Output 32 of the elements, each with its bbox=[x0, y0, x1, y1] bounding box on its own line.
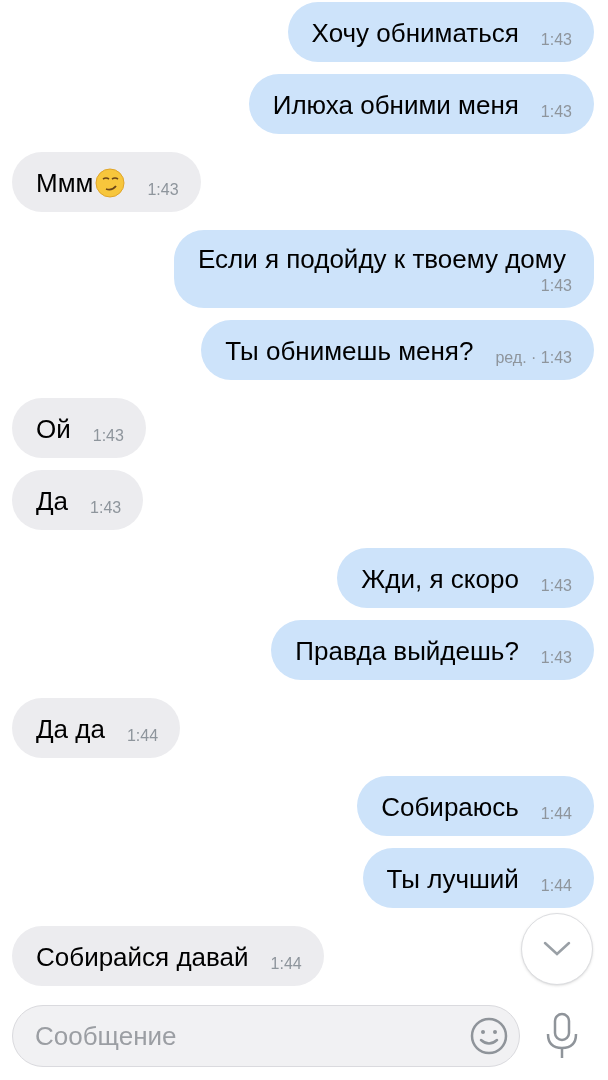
message-time: 1:43 bbox=[89, 498, 122, 518]
message-time: 1:43 bbox=[539, 648, 572, 668]
message-text: Да да bbox=[36, 713, 105, 746]
message-time: 1:44 bbox=[125, 726, 159, 746]
message-time: 1:43 bbox=[146, 180, 179, 200]
message-text: Если я подойду к твоему дому bbox=[198, 243, 566, 276]
message-time: 1:43 bbox=[91, 426, 124, 446]
message-text: Хочу обниматься bbox=[311, 17, 519, 50]
microphone-icon[interactable] bbox=[544, 1012, 580, 1060]
message-time: 1:43 bbox=[539, 276, 572, 296]
message-text: Ой bbox=[36, 413, 71, 446]
message-time: ред. · 1:43 bbox=[494, 348, 572, 368]
message-text: Собирайся давай bbox=[36, 941, 249, 974]
message-text: Ты обнимешь меня? bbox=[225, 335, 474, 368]
message-text: Жди, я скоро bbox=[361, 563, 519, 596]
message-time: 1:43 bbox=[539, 576, 572, 596]
smile-icon[interactable] bbox=[469, 1016, 509, 1056]
message-time: 1:44 bbox=[269, 954, 302, 974]
message-time: 1:43 bbox=[539, 102, 572, 122]
message-text: Собираюсь bbox=[381, 791, 519, 824]
message-time: 1:44 bbox=[539, 876, 572, 896]
scroll-down-button[interactable] bbox=[521, 913, 593, 985]
message-text: Ты лучший bbox=[386, 863, 519, 896]
chevron-down-icon bbox=[543, 941, 571, 957]
message-field[interactable]: Сообщение bbox=[35, 1016, 469, 1056]
message-input[interactable]: Сообщение bbox=[12, 1005, 520, 1067]
message-text: Ммм bbox=[36, 167, 94, 200]
message-text: Да bbox=[36, 485, 69, 518]
message-text: Илюха обними меня bbox=[272, 89, 519, 122]
message-time: 1:43 bbox=[539, 30, 572, 50]
message-time: 1:44 bbox=[539, 804, 572, 824]
message-text: Правда выйдешь? bbox=[295, 635, 519, 668]
